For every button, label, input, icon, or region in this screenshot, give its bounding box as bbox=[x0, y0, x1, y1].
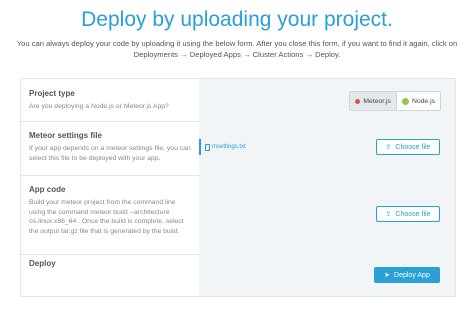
upload-icon: ⇪ bbox=[385, 211, 392, 218]
meteor-icon bbox=[355, 98, 361, 104]
meteor-option-label: Meteor.js bbox=[363, 97, 391, 105]
nodejs-icon bbox=[401, 97, 409, 105]
app-code-description: Build your meteor project from the comma… bbox=[29, 199, 184, 235]
nodejs-option[interactable]: Node.js bbox=[397, 92, 440, 110]
meteor-settings-title: Meteor settings file bbox=[29, 131, 102, 140]
app-code-row: App code Build your meteor project from … bbox=[21, 175, 455, 255]
project-type-selector: Meteor.js Node.js bbox=[349, 91, 441, 111]
choose-settings-file-label: Choose file bbox=[395, 143, 431, 151]
settings-file-chip: msettings.txt bbox=[199, 139, 246, 155]
intro-text: You can always deploy your code by uploa… bbox=[16, 39, 458, 59]
settings-file-name: msettings.txt bbox=[212, 144, 246, 150]
meteor-option[interactable]: Meteor.js bbox=[350, 92, 397, 110]
project-type-row: Project type Are you deploying a Node.js… bbox=[21, 79, 455, 122]
upload-icon: ⇪ bbox=[385, 144, 392, 151]
deploy-app-button[interactable]: ➤ Deploy App bbox=[374, 267, 440, 283]
deploy-row: Deploy ➤ Deploy App bbox=[21, 254, 455, 296]
choose-app-file-button[interactable]: ⇪ Choose file bbox=[376, 206, 440, 222]
choose-app-file-label: Choose file bbox=[395, 210, 431, 218]
deploy-app-label: Deploy App bbox=[394, 271, 430, 279]
meteor-settings-row: Meteor settings file If your app depends… bbox=[21, 121, 455, 176]
deploy-form: Project type Are you deploying a Node.js… bbox=[20, 78, 456, 297]
meteor-settings-description: If your app depends on a meteor settings… bbox=[29, 145, 191, 162]
project-type-description: Are you deploying a Node.js or Meteor.js… bbox=[29, 103, 169, 110]
page-title: Deploy by uploading your project. bbox=[81, 8, 393, 31]
app-code-title: App code bbox=[29, 185, 66, 194]
choose-settings-file-button[interactable]: ⇪ Choose file bbox=[376, 139, 440, 155]
project-type-title: Project type bbox=[29, 89, 75, 98]
deploy-title: Deploy bbox=[29, 259, 56, 268]
rocket-icon: ➤ bbox=[384, 272, 391, 279]
nodejs-option-label: Node.js bbox=[411, 97, 435, 105]
file-icon bbox=[205, 143, 210, 151]
